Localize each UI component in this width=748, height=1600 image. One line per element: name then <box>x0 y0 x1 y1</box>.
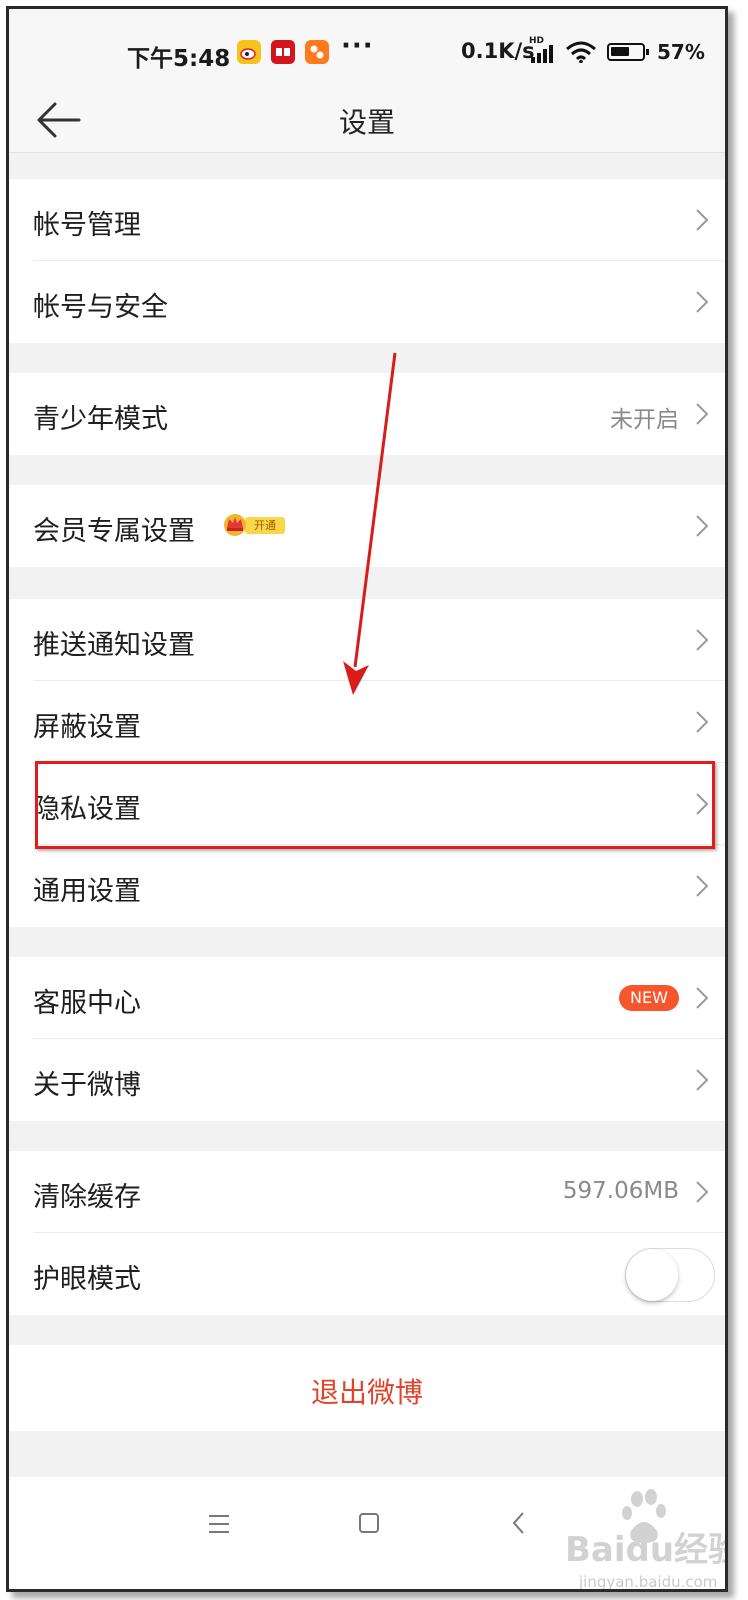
item-label: 帐号管理 <box>33 210 141 241</box>
item-label: 清除缓存 <box>33 1182 141 1213</box>
chevron-right-icon <box>695 208 709 232</box>
eye-care-toggle[interactable] <box>625 1248 715 1302</box>
chevron-right-icon <box>695 874 709 898</box>
battery-percent: 57% <box>657 40 705 64</box>
weibo-icon <box>237 40 261 64</box>
settings-item-clear-cache[interactable]: 清除缓存 597.06MB <box>9 1151 725 1233</box>
highlight-box-annotation <box>35 761 715 849</box>
baidu-watermark: Baidu经验 jingyan.baidu.com <box>565 1487 728 1591</box>
battery-icon <box>607 43 649 61</box>
settings-item-about[interactable]: 关于微博 <box>9 1039 725 1121</box>
vip-badge[interactable]: 开通 <box>221 510 287 538</box>
more-notifications-icon: ··· <box>341 31 374 61</box>
settings-item-eye-care: 护眼模式 <box>9 1233 725 1315</box>
phone-screen: 下午5:48 ··· 0.1K/s HD 57% 设置 帐号管理 帐号与安全 青… <box>6 6 728 1592</box>
cache-size: 597.06MB <box>562 1178 679 1204</box>
new-badge: NEW <box>619 985 679 1011</box>
settings-item-account-security[interactable]: 帐号与安全 <box>9 261 725 343</box>
wifi-icon <box>565 41 597 67</box>
chevron-right-icon <box>695 1180 709 1204</box>
back-nav-icon[interactable] <box>511 1511 527 1539</box>
youpin-icon <box>271 40 295 64</box>
item-label: 关于微博 <box>33 1070 141 1101</box>
item-value: 未开启 <box>610 407 679 433</box>
chevron-right-icon <box>695 402 709 426</box>
item-label: 青少年模式 <box>33 404 168 435</box>
home-icon[interactable] <box>357 1511 381 1539</box>
svg-text:jingyan.baidu.com: jingyan.baidu.com <box>578 1573 717 1591</box>
chevron-right-icon <box>695 1068 709 1092</box>
red-arrow-annotation <box>343 352 397 695</box>
chevron-right-icon <box>695 710 709 734</box>
item-label: 帐号与安全 <box>33 292 168 323</box>
signal-icon <box>531 45 559 67</box>
svg-text:Baidu经验: Baidu经验 <box>565 1530 728 1570</box>
item-label: 推送通知设置 <box>33 630 195 661</box>
network-speed: 0.1K/s <box>461 39 535 63</box>
toggle-knob <box>626 1249 678 1301</box>
settings-item-customer-service[interactable]: 客服中心 NEW <box>9 957 725 1039</box>
status-time: 下午5:48 <box>127 46 231 72</box>
item-label: 通用设置 <box>33 876 141 907</box>
chevron-right-icon <box>695 986 709 1010</box>
settings-item-account-management[interactable]: 帐号管理 <box>9 179 725 261</box>
chevron-right-icon <box>695 628 709 652</box>
menu-icon[interactable] <box>207 1513 231 1539</box>
app-icon <box>305 40 329 64</box>
title-bar: 设置 <box>9 93 725 153</box>
chevron-right-icon <box>695 514 709 538</box>
logout-button[interactable]: 退出微博 <box>9 1345 725 1431</box>
status-bar: 下午5:48 ··· 0.1K/s HD 57% <box>9 9 725 93</box>
chevron-right-icon <box>695 290 709 314</box>
logout-label: 退出微博 <box>310 1376 423 1409</box>
page-title: 设置 <box>338 106 395 139</box>
crown-icon <box>221 510 249 538</box>
item-label: 护眼模式 <box>33 1264 141 1295</box>
item-label: 会员专属设置 <box>33 516 195 547</box>
item-label: 客服中心 <box>33 988 141 1019</box>
vip-badge-label: 开通 <box>245 517 285 534</box>
settings-item-general-settings[interactable]: 通用设置 <box>9 845 725 927</box>
item-label: 屏蔽设置 <box>33 712 141 743</box>
